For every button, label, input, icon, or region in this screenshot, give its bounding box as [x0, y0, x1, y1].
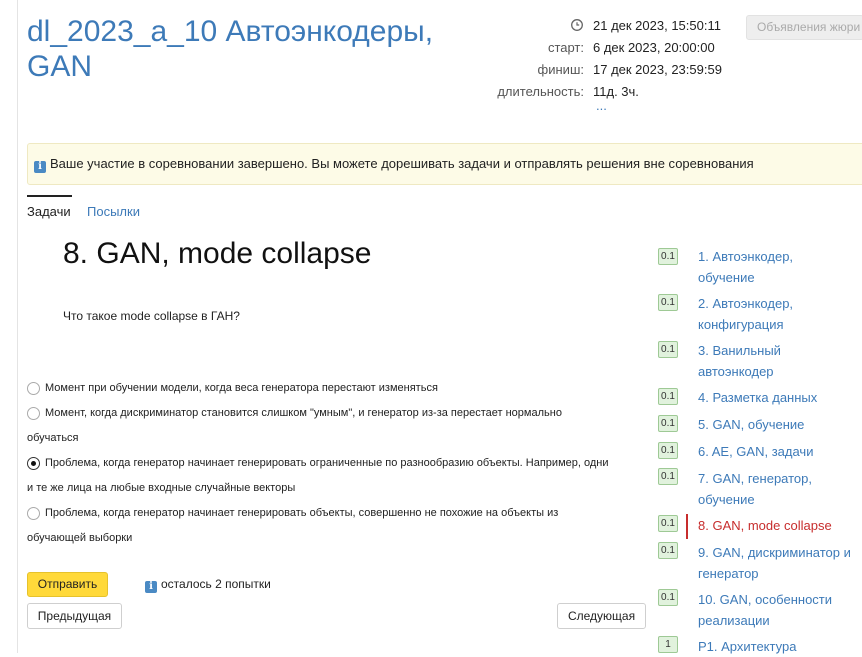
task-link[interactable]: 3. Ванильный автоэнкодер: [698, 340, 862, 382]
task-score-badge: 0.1: [658, 388, 678, 405]
clock-icon: [571, 19, 583, 31]
tab-tasks[interactable]: Задачи: [27, 204, 71, 219]
answer-option[interactable]: Момент, когда дискриминатор становится с…: [27, 401, 647, 451]
task-score-badge: 0.1: [658, 415, 678, 432]
active-tab-indicator: [27, 195, 72, 197]
info-icon: i: [34, 161, 46, 173]
answer-options: Момент при обучении модели, когда веса г…: [27, 376, 647, 551]
task-link[interactable]: 5. GAN, обучение: [698, 414, 862, 435]
task-link[interactable]: 10. GAN, особенности реализации: [698, 589, 862, 631]
info-icon: i: [145, 581, 157, 593]
option-text: Момент при обучении модели, когда веса г…: [45, 382, 438, 394]
task-link[interactable]: 7. GAN, генератор, обучение: [698, 468, 862, 510]
task-score-badge: 1: [658, 636, 678, 653]
finish-label: финиш:: [537, 62, 584, 77]
start-label: старт:: [547, 40, 584, 55]
next-problem-button[interactable]: Следующая: [557, 603, 646, 629]
task-score-badge: 0.1: [658, 442, 678, 459]
option-text-continuation: обучаться: [27, 432, 79, 444]
duration-value: 11д. 3ч.: [593, 84, 639, 99]
task-score-badge: 0.1: [658, 468, 678, 485]
previous-problem-button[interactable]: Предыдущая: [27, 603, 122, 629]
task-link[interactable]: 6. AE, GAN, задачи: [698, 441, 862, 462]
task-score-badge: 0.1: [658, 515, 678, 532]
radio-button[interactable]: [27, 407, 40, 420]
contest-title: dl_2023_a_10 Автоэнкодеры, GAN: [27, 15, 434, 83]
option-text: Проблема, когда генератор начинает генер…: [45, 507, 559, 519]
option-text: Момент, когда дискриминатор становится с…: [45, 407, 562, 419]
task-link[interactable]: 8. GAN, mode collapse: [698, 515, 862, 536]
task-list-sidebar: 0.1 1. Автоэнкодер, обучение 0.1 2. Автоэ…: [658, 0, 862, 654]
question-text: Что такое mode collapse в ГАН?: [63, 309, 240, 323]
task-score-badge: 0.1: [658, 542, 678, 559]
answer-option[interactable]: Момент при обучении модели, когда веса г…: [27, 376, 647, 401]
option-text-continuation: и те же лица на любые входные случайные …: [27, 482, 296, 494]
task-link[interactable]: 1. Автоэнкодер, обучение: [698, 246, 862, 288]
option-text-continuation: обучающей выборки: [27, 532, 133, 544]
notice-text: Ваше участие в соревновании завершено. В…: [50, 156, 754, 171]
attempts-remaining: i осталось 2 попытки: [145, 577, 271, 593]
attempts-text: осталось 2 попытки: [161, 577, 271, 591]
duration-label: длительность:: [497, 84, 584, 99]
task-score-badge: 0.1: [658, 294, 678, 311]
task-link[interactable]: 4. Разметка данных: [698, 387, 862, 408]
radio-button[interactable]: [27, 382, 40, 395]
tab-submissions[interactable]: Посылки: [87, 204, 140, 219]
answer-option[interactable]: Проблема, когда генератор начинает генер…: [27, 451, 647, 501]
option-text: Проблема, когда генератор начинает генер…: [45, 457, 609, 469]
radio-button[interactable]: [27, 507, 40, 520]
more-info-link[interactable]: ...: [596, 98, 607, 113]
task-link[interactable]: P1. Архитектура: [698, 636, 862, 657]
page-left-border: [17, 0, 18, 653]
task-link[interactable]: 9. GAN, дискриминатор и генератор: [698, 542, 862, 584]
task-score-badge: 0.1: [658, 341, 678, 358]
task-score-badge: 0.1: [658, 589, 678, 606]
submit-button[interactable]: Отправить: [27, 572, 108, 597]
active-task-marker: [686, 514, 688, 539]
problem-title: 8. GAN, mode collapse: [63, 237, 372, 270]
answer-option[interactable]: Проблема, когда генератор начинает генер…: [27, 501, 647, 551]
radio-button[interactable]: [27, 457, 40, 470]
task-link[interactable]: 2. Автоэнкодер, конфигурация: [698, 293, 862, 335]
task-score-badge: 0.1: [658, 248, 678, 265]
